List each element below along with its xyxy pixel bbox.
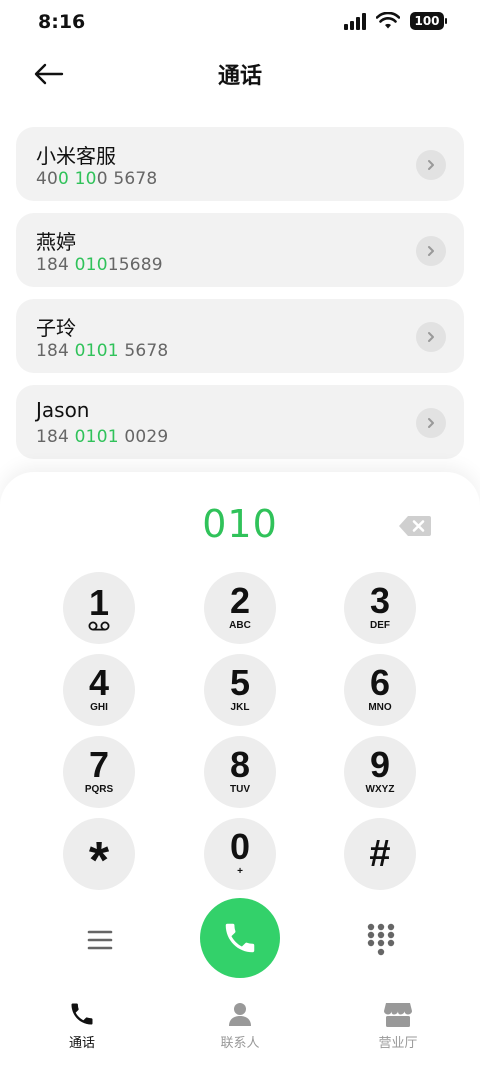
status-time: 8:16 xyxy=(38,11,86,33)
key-3[interactable]: 3 DEF xyxy=(344,572,416,644)
contact-card[interactable]: 小米客服 400 100 5678 xyxy=(16,127,464,201)
key-8[interactable]: 8 TUV xyxy=(204,736,276,808)
key-digit: 4 xyxy=(88,662,110,703)
key-letters: ABC xyxy=(229,620,251,631)
key-hash[interactable]: # xyxy=(344,818,416,890)
contact-number: 184 0101 0029 xyxy=(36,427,169,447)
call-button[interactable] xyxy=(200,898,280,978)
key-letters: TUV xyxy=(230,784,250,795)
person-icon xyxy=(229,1003,251,1026)
tab-bar: 通话 联系人 营业厅 xyxy=(0,1000,480,1066)
phone-icon xyxy=(71,1003,93,1025)
key-digit: 5 xyxy=(229,662,251,703)
key-4[interactable]: 4 GHI xyxy=(63,654,135,726)
battery-level: 100 xyxy=(414,14,440,28)
contact-card[interactable]: 燕婷 184 01015689 xyxy=(16,213,464,287)
contact-name: 子玲 xyxy=(36,316,76,340)
tab-label: 联系人 xyxy=(220,1036,260,1051)
chevron-right-icon[interactable] xyxy=(416,322,446,352)
key-0[interactable]: 0 + xyxy=(204,818,276,890)
key-star[interactable]: * xyxy=(63,818,135,890)
phone-icon xyxy=(225,923,255,953)
key-digit: 1 xyxy=(88,581,110,623)
contact-card[interactable]: 子玲 184 0101 5678 xyxy=(16,299,464,373)
key-digit: # xyxy=(369,833,391,875)
tab-store[interactable]: 营业厅 xyxy=(338,1000,458,1051)
key-6[interactable]: 6 MNO xyxy=(344,654,416,726)
key-5[interactable]: 5 JKL xyxy=(204,654,276,726)
key-2[interactable]: 2 ABC xyxy=(204,572,276,644)
key-letters: DEF xyxy=(370,620,390,631)
dialer-actions xyxy=(0,898,480,982)
key-7[interactable]: 7 PQRS xyxy=(63,736,135,808)
key-letters: PQRS xyxy=(84,784,114,795)
battery-icon: 100 xyxy=(410,12,447,30)
contact-name: 燕婷 xyxy=(36,230,76,254)
key-digit: * xyxy=(88,832,110,890)
tab-contacts[interactable]: 联系人 xyxy=(180,1000,300,1051)
key-digit: 2 xyxy=(229,580,251,621)
signal-icon xyxy=(344,12,366,30)
key-letters: GHI xyxy=(90,702,108,713)
store-icon xyxy=(384,1003,412,1027)
key-letters: JKL xyxy=(230,702,250,713)
backspace-button[interactable] xyxy=(398,514,432,538)
wifi-icon xyxy=(376,12,400,29)
key-digit: 7 xyxy=(88,744,110,785)
contact-list: 小米客服 400 100 5678 燕婷 184 01015689 子玲 184… xyxy=(16,127,464,471)
chevron-right-icon[interactable] xyxy=(416,236,446,266)
contact-name: 小米客服 xyxy=(36,144,116,168)
key-digit: 6 xyxy=(369,662,391,703)
contact-number: 400 100 5678 xyxy=(36,169,158,189)
contact-name: Jason xyxy=(36,398,90,422)
key-9[interactable]: 9 WXYZ xyxy=(344,736,416,808)
tab-calls[interactable]: 通话 xyxy=(22,1000,142,1051)
menu-button[interactable] xyxy=(84,924,116,956)
status-icons: 100 xyxy=(344,12,447,30)
chevron-right-icon[interactable] xyxy=(416,408,446,438)
page-title: 通话 xyxy=(217,64,262,89)
contact-number: 184 01015689 xyxy=(36,255,163,275)
key-digit: 0 xyxy=(229,826,251,867)
tab-label: 通话 xyxy=(68,1036,95,1051)
status-bar: 8:16 100 xyxy=(0,0,480,46)
key-digit: 8 xyxy=(229,744,251,785)
tab-label: 营业厅 xyxy=(378,1036,418,1051)
header: 通话 xyxy=(0,46,480,102)
backspace-icon xyxy=(399,516,431,536)
keypad-toggle-button[interactable] xyxy=(366,922,396,958)
key-digit: 3 xyxy=(369,580,391,621)
menu-icon xyxy=(87,930,113,950)
dialpad-icon xyxy=(367,923,395,956)
key-1[interactable]: 1 xyxy=(63,572,135,644)
contact-card[interactable]: Jason 184 0101 0029 xyxy=(16,385,464,459)
key-letters: WXYZ xyxy=(365,784,395,795)
chevron-right-icon[interactable] xyxy=(416,150,446,180)
key-letters: MNO xyxy=(368,702,392,713)
voicemail-icon xyxy=(88,621,110,630)
contact-number: 184 0101 5678 xyxy=(36,341,169,361)
key-digit: 9 xyxy=(369,744,391,785)
key-letters: + xyxy=(237,866,243,877)
dialer-panel: 010 1 2 ABC 3 DEF 4 GHI 5 JKL 6 MNO 7 PQ… xyxy=(0,472,480,1066)
